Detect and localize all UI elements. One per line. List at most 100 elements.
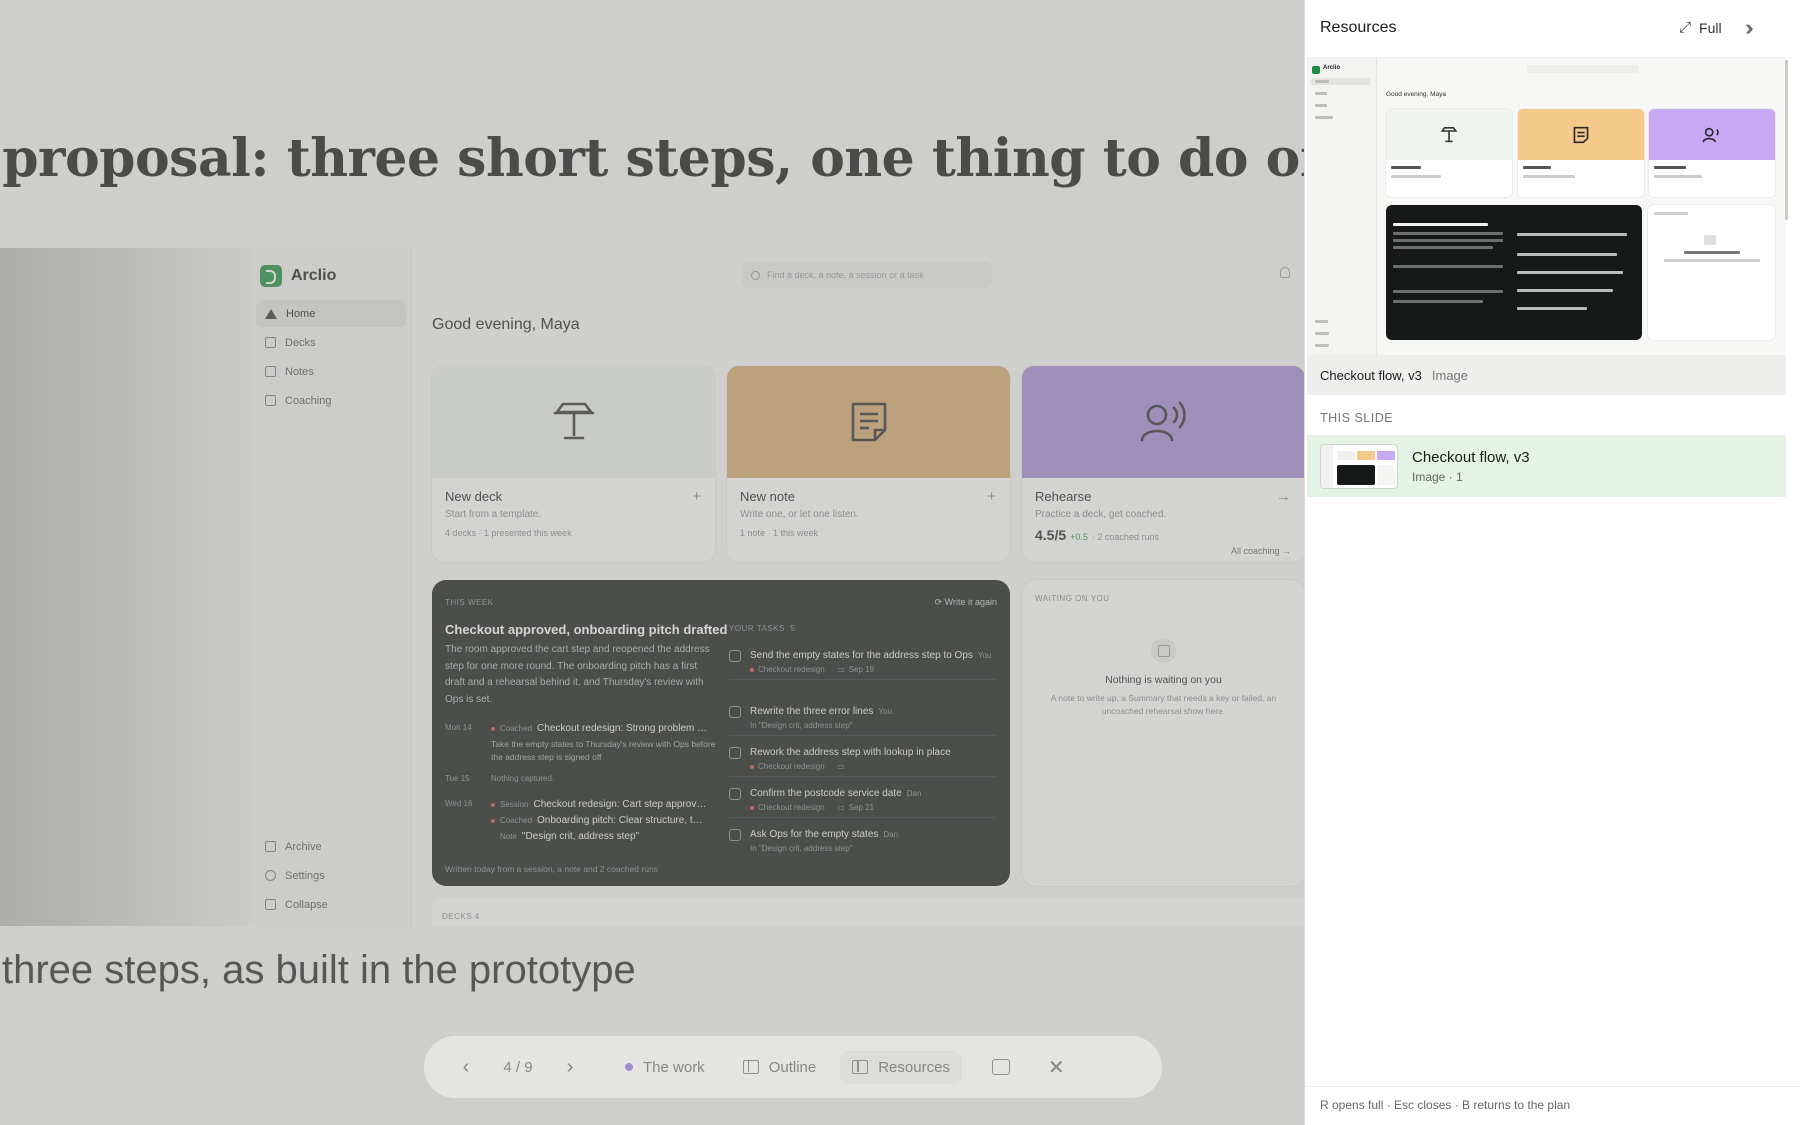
task-checkbox[interactable] xyxy=(729,650,741,662)
task-item: Confirm the postcode service date Dan Che… xyxy=(729,787,997,818)
nav-item-label: Settings xyxy=(285,869,325,882)
plus-icon[interactable]: + xyxy=(987,488,996,505)
timeline-text: Checkout redesign: Strong problem … xyxy=(537,723,708,734)
timeline-text: Onboarding pitch: Clear structure, t… xyxy=(537,815,703,826)
close-icon[interactable]: ✕ xyxy=(1048,1055,1065,1080)
preview-search xyxy=(1527,65,1639,73)
nav-item-label: Home xyxy=(286,307,316,320)
presenter-view-icon[interactable] xyxy=(991,1059,1010,1075)
task-project: Checkout redesign xyxy=(758,762,825,771)
card-illustration xyxy=(432,366,715,478)
slide-stage: e proposal: three short steps, one thing… xyxy=(0,0,1305,1125)
collapse-panel-icon[interactable]: ›› xyxy=(1745,15,1753,41)
waiting-headline: Nothing is waiting on you xyxy=(1105,674,1222,686)
nav-item-notes[interactable]: Notes xyxy=(256,358,406,385)
preview-line xyxy=(1315,92,1327,95)
nav-item-collapse[interactable]: Collapse xyxy=(256,891,406,918)
task-project: Checkout redesign xyxy=(758,803,825,812)
keyboard-hints: R opens full · Esc closes · B returns to… xyxy=(1305,1086,1800,1125)
waiting-on-you-card: WAITING ON YOU Nothing is waiting on you… xyxy=(1022,580,1305,886)
preview-week-card xyxy=(1386,205,1642,340)
app-search-input[interactable]: Find a deck, a note, a session or a task xyxy=(742,262,992,288)
write-again-button[interactable]: ⟳ Write it again xyxy=(935,597,997,608)
task-checkbox[interactable] xyxy=(729,788,741,800)
greeting: Good evening, Maya xyxy=(432,316,580,333)
slide-title: e proposal: three short steps, one thing… xyxy=(0,128,1305,189)
task-assignee: You xyxy=(878,707,892,716)
new-note-card[interactable]: New note Write one, or let one listen. 1… xyxy=(727,366,1010,562)
section-dot xyxy=(625,1063,633,1071)
card-meta: 4 decks · 1 presented this week xyxy=(445,528,572,538)
logo-icon xyxy=(260,265,282,287)
nav-item-settings[interactable]: Settings xyxy=(256,862,406,889)
all-coaching-link[interactable]: All coaching → xyxy=(1231,546,1291,556)
nav-item-archive[interactable]: Archive xyxy=(256,833,406,860)
chevron-right-icon[interactable]: › xyxy=(553,1050,587,1084)
this-slide-label: THIS SLIDE xyxy=(1320,411,1394,425)
slide-position: 4 / 9 xyxy=(503,1058,533,1076)
nav-item-decks[interactable]: Decks xyxy=(256,329,406,356)
full-view-button[interactable]: ⤢ Full xyxy=(1679,19,1722,36)
thumb-part xyxy=(1377,464,1395,485)
preview-sidebar: Arclio xyxy=(1307,58,1377,355)
section-button[interactable]: The work xyxy=(625,1059,705,1076)
task-assignee: Dan xyxy=(883,830,899,839)
bell-icon[interactable] xyxy=(1280,267,1290,278)
timeline-date: Mon 14 xyxy=(445,723,472,732)
inbox-icon xyxy=(1151,638,1176,663)
task-title: Confirm the postcode service date xyxy=(750,788,902,799)
lectern-icon xyxy=(1386,109,1512,160)
nav-item-coaching[interactable]: Coaching xyxy=(256,387,406,414)
screenshot-gradient-edge xyxy=(0,248,250,926)
thumb-part xyxy=(1377,450,1395,460)
chevron-left-icon[interactable]: ‹ xyxy=(449,1050,483,1084)
preview-name: Checkout flow, v3 xyxy=(1320,367,1422,383)
card-illustration xyxy=(1022,366,1305,478)
preview-line xyxy=(1315,116,1333,119)
preview-line xyxy=(1315,80,1329,83)
plus-icon[interactable]: + xyxy=(692,488,701,505)
nav-item-label: Notes xyxy=(285,365,314,378)
task-checkbox[interactable] xyxy=(729,706,741,718)
resource-name: Checkout flow, v3 xyxy=(1412,448,1530,466)
nav-item-home[interactable]: Home xyxy=(256,300,406,327)
notes-icon xyxy=(265,366,276,377)
resource-item[interactable]: Checkout flow, v3 Image · 1 xyxy=(1307,435,1786,497)
nav-item-label: Collapse xyxy=(285,898,328,911)
preview-line xyxy=(1393,232,1503,235)
app-sidebar: Arclio Home Decks Notes Coaching Archive… xyxy=(250,248,412,926)
resource-preview-image[interactable]: Arclio Good evening, Maya xyxy=(1307,57,1786,355)
panel-title: Resources xyxy=(1320,19,1397,36)
task-item: Rewrite the three error lines You In "Des… xyxy=(729,705,997,736)
resources-button[interactable]: Resources xyxy=(840,1050,962,1084)
home-icon xyxy=(265,308,277,319)
logo-icon xyxy=(1312,66,1320,74)
this-week-card: THIS WEEK ⟳ Write it again Checkout appr… xyxy=(432,580,1010,886)
preview-card xyxy=(1649,109,1775,197)
expand-icon: ⤢ xyxy=(1679,19,1692,36)
preview-line xyxy=(1393,300,1483,303)
task-title: Rework the address step with lookup in p… xyxy=(750,747,951,758)
status-dot xyxy=(491,726,495,731)
task-assignee: Dan xyxy=(906,789,922,798)
thumb-part xyxy=(1357,450,1375,460)
task-checkbox[interactable] xyxy=(729,829,741,841)
resources-icon xyxy=(852,1060,869,1074)
task-item: Ask Ops for the empty states Dan In "Desi… xyxy=(729,828,997,858)
timeline-kind: Session xyxy=(500,800,529,809)
timeline-text: "Design crit, address step" xyxy=(521,831,640,842)
preview-greeting: Good evening, Maya xyxy=(1386,91,1446,98)
rehearse-card[interactable]: Rehearse Practice a deck, get coached. 4… xyxy=(1022,366,1305,562)
card-title: New note xyxy=(740,489,795,504)
app-name: Arclio xyxy=(291,267,337,284)
app-logo: Arclio xyxy=(260,265,336,287)
new-deck-card[interactable]: New deck Start from a template. 4 decks … xyxy=(432,366,715,562)
preview-scrollbar[interactable] xyxy=(1785,60,1788,220)
preview-line xyxy=(1393,223,1488,226)
arrow-right-icon[interactable]: → xyxy=(1276,488,1291,505)
outline-button[interactable]: Outline xyxy=(742,1059,816,1076)
note-icon xyxy=(851,402,886,442)
speaking-head-icon xyxy=(1140,401,1186,442)
thumb-part xyxy=(1337,450,1355,460)
task-checkbox[interactable] xyxy=(729,747,741,759)
